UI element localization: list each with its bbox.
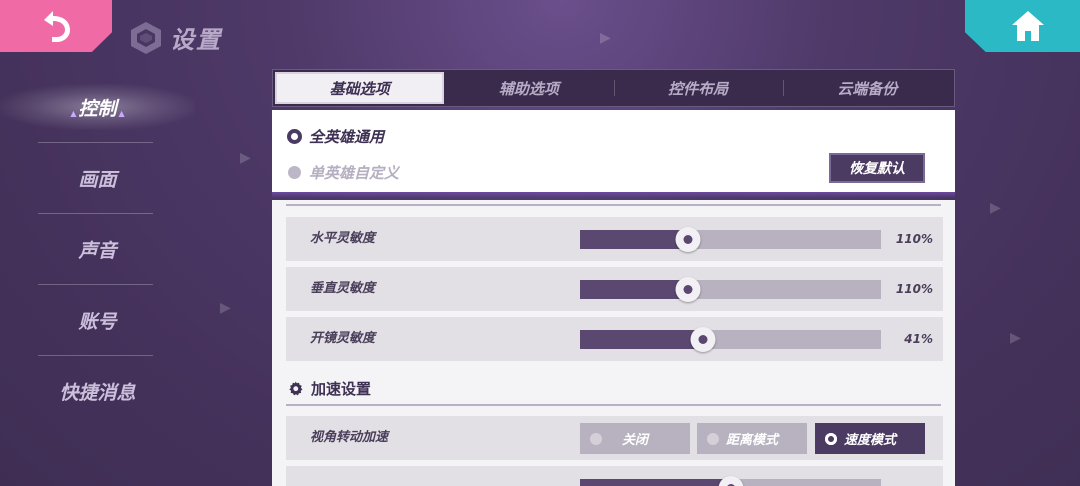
- sidebar: ▲ 控制 ▲ 画面 声音 账号 快捷消息: [0, 72, 195, 426]
- slider-value: 110%: [895, 282, 933, 296]
- home-icon: [1011, 11, 1044, 41]
- selected-marker-icon: ▲: [70, 108, 77, 118]
- radio-single-hero[interactable]: 单英雄自定义: [288, 162, 399, 183]
- radio-all-heroes[interactable]: 全英雄通用: [288, 126, 384, 147]
- tab-cloud-backup[interactable]: 云端备份: [782, 72, 952, 104]
- panel-glow: [272, 192, 955, 198]
- sidebar-item-quick-messages[interactable]: 快捷消息: [0, 356, 195, 426]
- radio-unselected-icon: [590, 432, 602, 445]
- slider-row-vertical: 垂直灵敏度 110%: [286, 267, 943, 311]
- view-accel-label: 视角转动加速: [310, 430, 389, 445]
- accel-option-off[interactable]: 关闭: [580, 423, 690, 454]
- settings-list[interactable]: 水平灵敏度 110% 垂直灵敏度 110% 开镜灵敏度 41% 加速设置 视角转…: [272, 200, 955, 486]
- page-title: 设置: [170, 26, 222, 54]
- back-arrow-icon: [44, 11, 70, 42]
- slider-value: 110%: [895, 232, 933, 246]
- radio-selected-icon: [825, 432, 837, 445]
- vertical-sensitivity-slider[interactable]: [580, 277, 881, 302]
- gear-icon: [289, 381, 303, 396]
- decor-triangle: ▶: [1010, 330, 1021, 346]
- divider: [286, 204, 941, 206]
- slider-fill: [580, 330, 704, 349]
- decor-triangle: ▶: [220, 300, 231, 316]
- decor-triangle: ▶: [240, 150, 251, 166]
- sidebar-item-control[interactable]: ▲ 控制 ▲: [0, 72, 195, 142]
- mode-panel: 全英雄通用 单英雄自定义 恢复默认: [272, 110, 955, 192]
- divider: [286, 404, 941, 406]
- tab-layout[interactable]: 控件布局: [613, 72, 783, 104]
- reset-default-button[interactable]: 恢复默认: [829, 153, 925, 183]
- accel-option-distance[interactable]: 距离模式: [697, 423, 807, 454]
- accel-option-speed[interactable]: 速度模式: [815, 423, 925, 454]
- back-button[interactable]: [0, 0, 112, 52]
- sidebar-item-sound[interactable]: 声音: [0, 214, 195, 284]
- decor-triangle: ▶: [990, 200, 1001, 216]
- scope-sensitivity-slider[interactable]: [580, 327, 881, 352]
- slider-label: 垂直灵敏度: [310, 281, 376, 296]
- view-accel-row: 视角转动加速 关闭 距离模式 速度模式: [286, 416, 943, 460]
- partial-slider[interactable]: [580, 476, 881, 486]
- slider-fill: [580, 479, 731, 486]
- slider-label: 开镜灵敏度: [310, 331, 376, 346]
- home-button[interactable]: [965, 0, 1080, 52]
- page-header: 设置: [130, 20, 222, 55]
- slider-knob[interactable]: [718, 476, 743, 486]
- accel-section-header: 加速设置: [288, 378, 371, 399]
- slider-row-scope: 开镜灵敏度 41%: [286, 317, 943, 361]
- slider-label: 水平灵敏度: [310, 231, 376, 246]
- horizontal-sensitivity-slider[interactable]: [580, 227, 881, 252]
- radio-unselected-icon: [707, 432, 719, 445]
- radio-selected-icon: [288, 130, 301, 143]
- settings-logo-icon: [131, 21, 161, 54]
- slider-fill: [580, 280, 689, 299]
- slider-row-horizontal: 水平灵敏度 110%: [286, 217, 943, 261]
- tab-bar: 基础选项 辅助选项 控件布局 云端备份: [272, 69, 955, 107]
- sidebar-item-account[interactable]: 账号: [0, 285, 195, 355]
- tab-assist[interactable]: 辅助选项: [444, 72, 613, 104]
- tab-basic[interactable]: 基础选项: [275, 72, 445, 104]
- slider-fill: [580, 230, 689, 249]
- sidebar-item-graphics[interactable]: 画面: [0, 143, 195, 213]
- slider-knob[interactable]: [690, 327, 716, 352]
- decor-triangle: ▶: [600, 30, 611, 46]
- radio-unselected-icon: [288, 166, 301, 179]
- slider-value: 41%: [904, 332, 933, 346]
- slider-knob[interactable]: [675, 277, 701, 302]
- slider-knob[interactable]: [675, 227, 701, 252]
- selected-marker-icon: ▲: [118, 108, 125, 118]
- slider-row-partial: [286, 466, 943, 486]
